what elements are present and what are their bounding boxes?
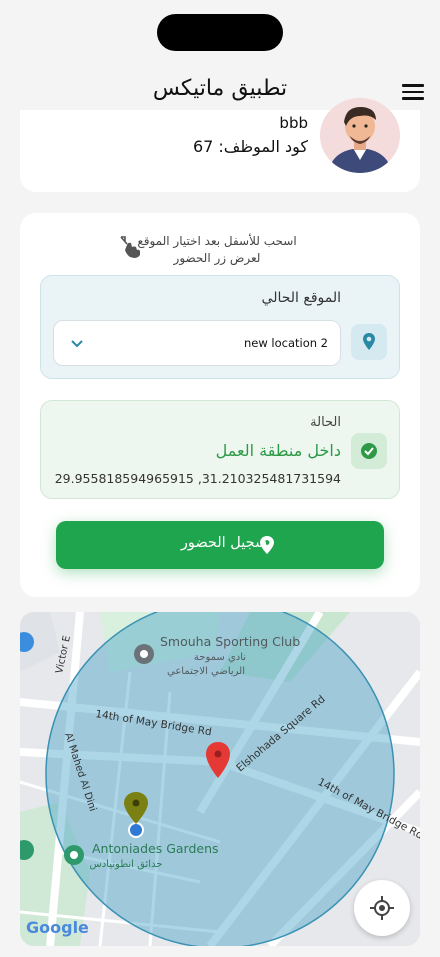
check-in-label: تسجيل الحضور [180,535,272,551]
my-location-button[interactable] [354,880,410,936]
status-value: داخل منطقة العمل [215,441,341,460]
map-view[interactable]: Smouha Sporting Club نادي سموحة الرياضي … [20,612,420,946]
avatar [320,98,400,173]
check-in-button[interactable]: تسجيل الحضور [56,521,384,569]
status-check-badge [351,433,387,469]
employee-name: bbb [279,114,308,132]
coordinates: 29.955818594965915 ,31.210325481731594 [54,471,341,486]
chevron-down-icon [71,340,83,348]
check-circle-icon [361,443,377,459]
gardens-label: Antoniades Gardens [92,841,219,856]
device-notch [157,14,283,51]
sporting-club-label: Smouha Sporting Club [160,634,300,649]
location-section: الموقع الحالي new location 2 [40,275,400,379]
employee-code: كود الموظف: 67 [192,137,308,156]
location-select[interactable]: new location 2 [53,320,341,366]
location-pin-badge [351,324,387,360]
status-section: الحالة داخل منطقة العمل 29.9558185949659… [40,400,400,499]
crosshair-icon [370,896,394,920]
selected-location: new location 2 [243,336,328,350]
google-logo: Google [26,918,89,937]
status-label: الحالة [310,415,341,430]
hamburger-menu-icon[interactable] [402,84,424,100]
profile-card: bbb كود الموظف: 67 [20,98,420,192]
gardens-ar-label: حدائق انطونيادس [90,859,163,870]
location-label: الموقع الحالي [261,290,341,306]
google-attribution: Google [26,918,89,937]
swipe-down-icon [120,236,140,258]
sporting-club-ar-1: نادي سموحة [194,652,246,663]
location-pin-icon [363,333,375,350]
page-title: تطبيق ماتيكس [152,76,288,101]
attendance-card: اسحب للأسفل بعد اختيار الموقع لعرض زر ال… [20,213,420,597]
sporting-club-ar-2: الرياضي الاجتماعي [167,666,245,677]
